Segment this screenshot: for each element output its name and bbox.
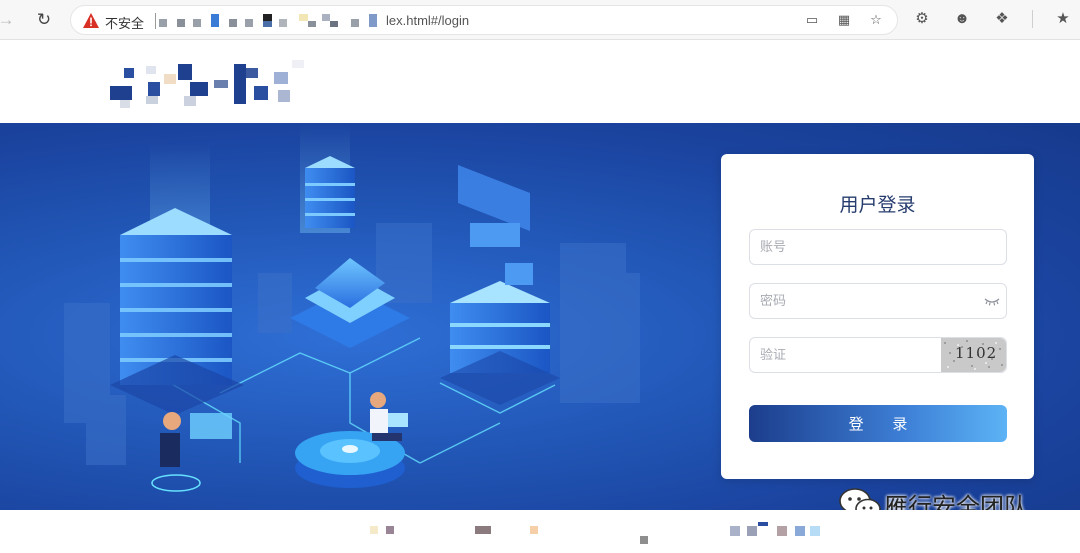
person-left	[151, 412, 232, 492]
password-field[interactable]	[749, 283, 1007, 319]
login-button[interactable]: 登 录	[749, 405, 1007, 442]
server-stack-left	[110, 208, 244, 415]
site-header	[0, 40, 1080, 123]
screen-cast-icon[interactable]: ▭	[803, 11, 821, 29]
data-center-illustration	[64, 123, 640, 492]
url-text: lex.html#/login	[386, 13, 470, 28]
site-logo-redacted	[110, 60, 304, 108]
reload-icon[interactable]: ↻	[32, 8, 56, 32]
address-separator	[155, 13, 156, 29]
password-input[interactable]	[760, 284, 940, 318]
profile-icon[interactable]: ☻	[952, 9, 972, 29]
server-stack-center-top	[305, 156, 355, 228]
hero-banner: 用户登录 账号 验证 1102 登 录	[0, 123, 1080, 510]
footer-redacted-mosaic	[370, 522, 820, 544]
security-warning-label: 不安全	[105, 17, 145, 32]
login-title: 用户登录	[839, 194, 916, 216]
app-grid-icon[interactable]: ▦	[835, 11, 853, 29]
favorites-icon[interactable]: ★	[1053, 9, 1073, 29]
server-stack-right	[440, 281, 560, 405]
favorite-add-icon[interactable]: ☆	[867, 11, 885, 29]
address-bar[interactable]: 不安全 lex.html#/login ▭ ▦ ☆	[70, 5, 898, 35]
hide-password-icon[interactable]	[984, 294, 1000, 308]
captcha-text: 1102	[955, 344, 998, 362]
person-right	[370, 392, 408, 441]
username-field[interactable]	[749, 229, 1007, 265]
browser-toolbar-icons: ⚙ ☻ ❖ ★	[912, 9, 1073, 29]
captcha-image[interactable]: 1102	[941, 338, 1006, 372]
back-arrow-icon[interactable]: →	[0, 8, 18, 32]
address-bar-actions: ▭ ▦ ☆	[803, 11, 885, 29]
captcha-field[interactable]: 1102	[749, 337, 1007, 373]
floating-dashboard-panels	[458, 165, 533, 285]
puzzle-icon[interactable]: ❖	[992, 9, 1012, 29]
warning-triangle-icon	[83, 13, 99, 28]
toolbar-separator	[1032, 10, 1033, 28]
extension-icon[interactable]: ⚙	[912, 9, 932, 29]
browser-toolbar: → ↻ 不安全 lex.html#/login ▭ ▦ ☆ ⚙ ☻ ❖ ★	[0, 0, 1080, 40]
username-input[interactable]	[760, 230, 940, 264]
captcha-input[interactable]	[760, 338, 940, 372]
url-redacted-mosaic	[159, 14, 377, 27]
site-footer	[0, 510, 1080, 553]
login-card: 用户登录 账号 验证 1102 登 录	[721, 154, 1034, 479]
